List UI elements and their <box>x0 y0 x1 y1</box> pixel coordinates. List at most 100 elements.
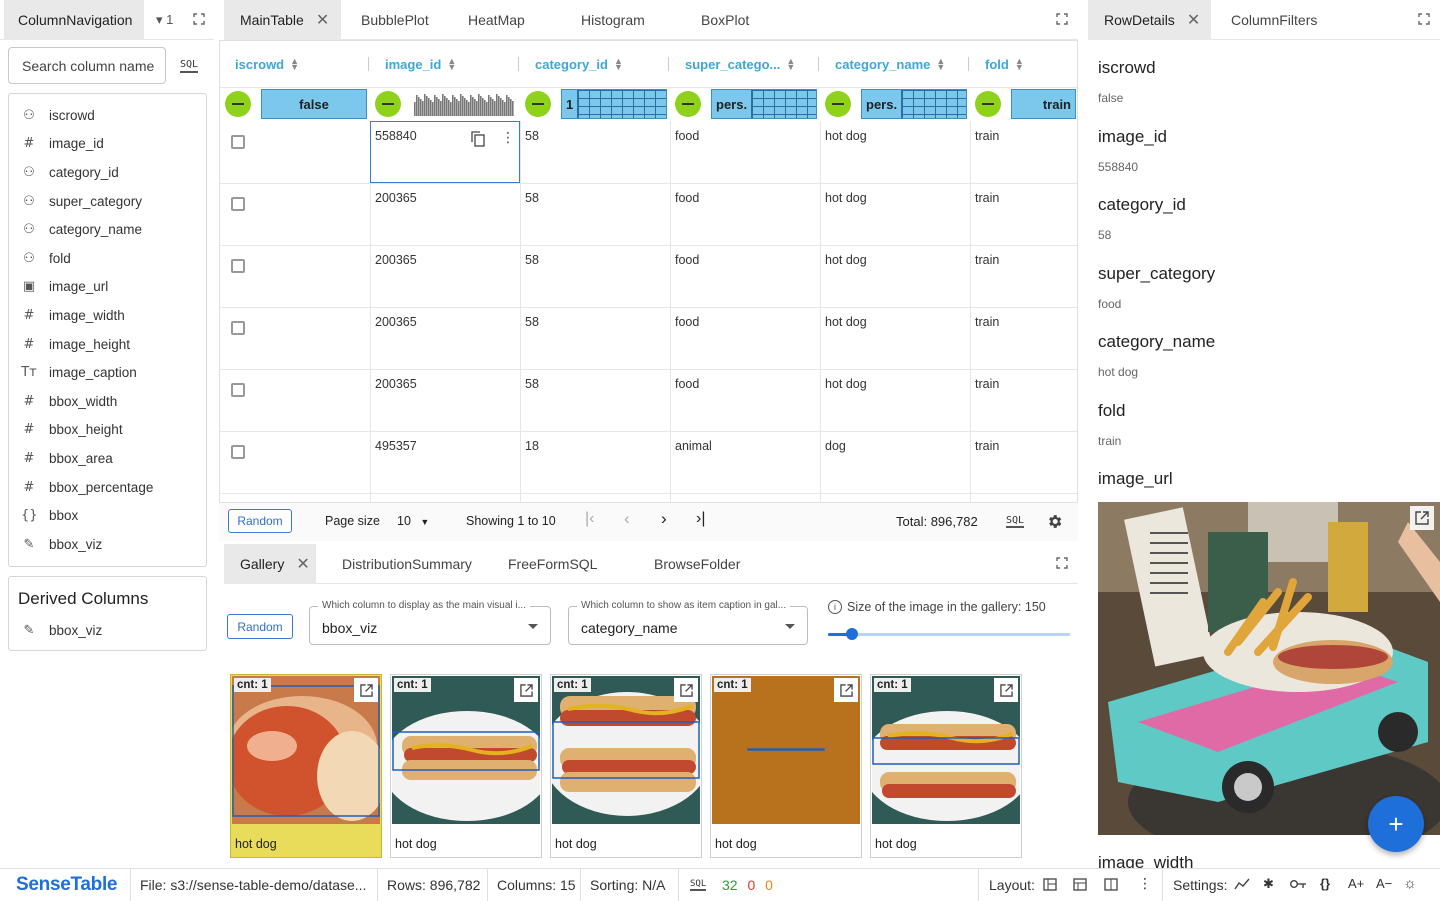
row-checkbox[interactable] <box>231 321 245 335</box>
last-page-icon[interactable]: ›| <box>696 510 705 528</box>
table-cell[interactable]: food <box>670 307 704 337</box>
filter-histogram[interactable]: train <box>1011 89 1076 119</box>
caption-select[interactable]: Which column to show as item caption in … <box>568 600 808 645</box>
column-header[interactable]: image_id ▲ ▼ <box>385 41 456 87</box>
column-item-super-category[interactable]: ⚇ super_category <box>9 187 206 216</box>
layout-columns-icon[interactable] <box>1104 878 1118 894</box>
table-cell[interactable]: food <box>670 121 704 151</box>
gallery-item[interactable]: cnt: 1 hot dog <box>550 674 702 858</box>
add-fab-button[interactable]: + <box>1368 796 1424 852</box>
column-item-image-url[interactable]: ▣ image_url <box>9 273 206 302</box>
column-item-iscrowd[interactable]: ⚇ iscrowd <box>9 101 206 130</box>
table-cell[interactable]: 200365 <box>370 245 422 275</box>
open-external-icon[interactable] <box>834 678 858 702</box>
row-checkbox[interactable] <box>231 445 245 459</box>
table-cell[interactable]: train <box>970 245 1004 275</box>
sort-icon[interactable]: ▲ ▼ <box>936 57 945 72</box>
sql-button[interactable]: SQL <box>1006 515 1025 528</box>
column-item-image-caption[interactable]: Tт image_caption <box>9 358 206 387</box>
open-external-icon[interactable] <box>514 678 538 702</box>
table-cell[interactable]: hot dog <box>820 245 872 275</box>
tab-row-details[interactable]: RowDetails ✕ <box>1088 0 1211 40</box>
table-row[interactable]: 495357 18 animal dog train <box>220 431 1077 493</box>
table-row[interactable]: 200365 58 food hot dog train <box>220 183 1077 245</box>
gear-icon[interactable] <box>1046 513 1063 530</box>
main-visual-select[interactable]: Which column to display as the main visu… <box>309 600 551 645</box>
column-item-image-height[interactable]: # image_height <box>9 330 206 359</box>
tab-column-navigation[interactable]: ColumnNavigation <box>4 0 144 40</box>
sql-filter-button[interactable]: SQL <box>180 59 199 73</box>
prev-page-icon[interactable]: ‹ <box>624 509 630 529</box>
table-row[interactable]: 200365 58 food hot dog train <box>220 245 1077 307</box>
random-button[interactable]: Random <box>228 509 292 533</box>
filter-toggle-button[interactable] <box>225 91 251 117</box>
filter-histogram[interactable]: 1 <box>561 89 667 119</box>
close-icon[interactable]: ✕ <box>296 554 309 574</box>
font-increase-icon[interactable]: A+ <box>1348 876 1364 891</box>
column-item-image-width[interactable]: # image_width <box>9 301 206 330</box>
row-checkbox[interactable] <box>231 383 245 397</box>
sort-icon[interactable]: ▲ ▼ <box>786 57 795 72</box>
table-cell[interactable]: 200365 <box>370 369 422 399</box>
close-icon[interactable]: ✕ <box>316 10 329 30</box>
font-decrease-icon[interactable]: A− <box>1376 876 1392 891</box>
more-vert-icon[interactable]: ⋮ <box>1138 875 1152 892</box>
tab-browse-folder[interactable]: BrowseFolder <box>634 544 764 584</box>
tab-histogram[interactable]: Histogram <box>566 0 686 40</box>
column-header[interactable]: fold ▲ ▼ <box>985 41 1024 87</box>
column-item-bbox-viz[interactable]: ✎ bbox_viz <box>9 530 206 559</box>
table-cell[interactable]: 58 <box>520 183 544 213</box>
close-icon[interactable]: ✕ <box>1187 10 1200 30</box>
table-cell[interactable]: 58 <box>520 245 544 275</box>
filter-histogram[interactable]: false <box>261 89 367 119</box>
table-cell[interactable]: food <box>670 245 704 275</box>
column-item-bbox-width[interactable]: # bbox_width <box>9 387 206 416</box>
sort-icon[interactable]: ▲ ▼ <box>1015 57 1024 72</box>
status-sql-button[interactable]: SQL <box>690 879 707 891</box>
search-column-input[interactable]: Search column name <box>8 47 166 84</box>
tab-column-filters[interactable]: ColumnFilters <box>1211 0 1331 40</box>
tab-gallery[interactable]: Gallery ✕ <box>224 543 316 584</box>
column-item-image-id[interactable]: # image_id <box>9 130 206 159</box>
table-row[interactable]: 558840 58 food hot dog train ⋮ <box>220 121 1077 183</box>
row-checkbox[interactable] <box>231 197 245 211</box>
open-external-icon[interactable] <box>674 678 698 702</box>
column-item-bbox-height[interactable]: # bbox_height <box>9 416 206 445</box>
open-external-icon[interactable] <box>994 678 1018 702</box>
bug-icon[interactable]: ✱ <box>1263 876 1274 892</box>
column-header[interactable]: super_catego... ▲ ▼ <box>685 41 795 87</box>
open-external-icon[interactable] <box>1410 506 1434 530</box>
copy-icon[interactable] <box>471 131 485 150</box>
column-item-bbox-area[interactable]: # bbox_area <box>9 444 206 473</box>
table-cell[interactable]: dog <box>820 431 851 461</box>
chart-line-icon[interactable] <box>1234 877 1250 894</box>
column-item-bbox[interactable]: {} bbox <box>9 501 206 530</box>
table-cell[interactable]: hot dog <box>820 183 872 213</box>
table-cell[interactable]: train <box>970 431 1004 461</box>
row-checkbox[interactable] <box>231 135 245 149</box>
column-header[interactable]: iscrowd ▲ ▼ <box>235 41 299 87</box>
maximize-icon[interactable] <box>1056 557 1068 569</box>
table-cell[interactable]: food <box>670 183 704 213</box>
table-cell[interactable]: hot dog <box>820 307 872 337</box>
column-item-category-id[interactable]: ⚇ category_id <box>9 158 206 187</box>
maximize-icon[interactable] <box>1418 13 1430 25</box>
filter-toggle-button[interactable] <box>375 91 401 117</box>
table-cell[interactable]: train <box>970 121 1004 151</box>
table-cell[interactable]: 200365 <box>370 307 422 337</box>
table-cell[interactable]: train <box>970 307 1004 337</box>
key-icon[interactable] <box>1290 877 1307 893</box>
table-cell[interactable]: train <box>970 183 1004 213</box>
table-cell[interactable]: 495357 <box>370 431 422 461</box>
maximize-icon[interactable] <box>193 13 205 25</box>
table-cell[interactable]: 58 <box>520 307 544 337</box>
filter-histogram[interactable] <box>411 89 517 119</box>
table-cell[interactable]: 18 <box>520 431 544 461</box>
gallery-item[interactable]: cnt: 1 hot dog <box>390 674 542 858</box>
table-cell[interactable]: hot dog <box>820 121 872 151</box>
row-checkbox[interactable] <box>231 259 245 273</box>
column-header[interactable]: category_name ▲ ▼ <box>835 41 945 87</box>
table-cell[interactable]: animal <box>670 431 717 461</box>
open-external-icon[interactable] <box>354 678 378 702</box>
gallery-item[interactable]: cnt: 1 hot dog <box>710 674 862 858</box>
